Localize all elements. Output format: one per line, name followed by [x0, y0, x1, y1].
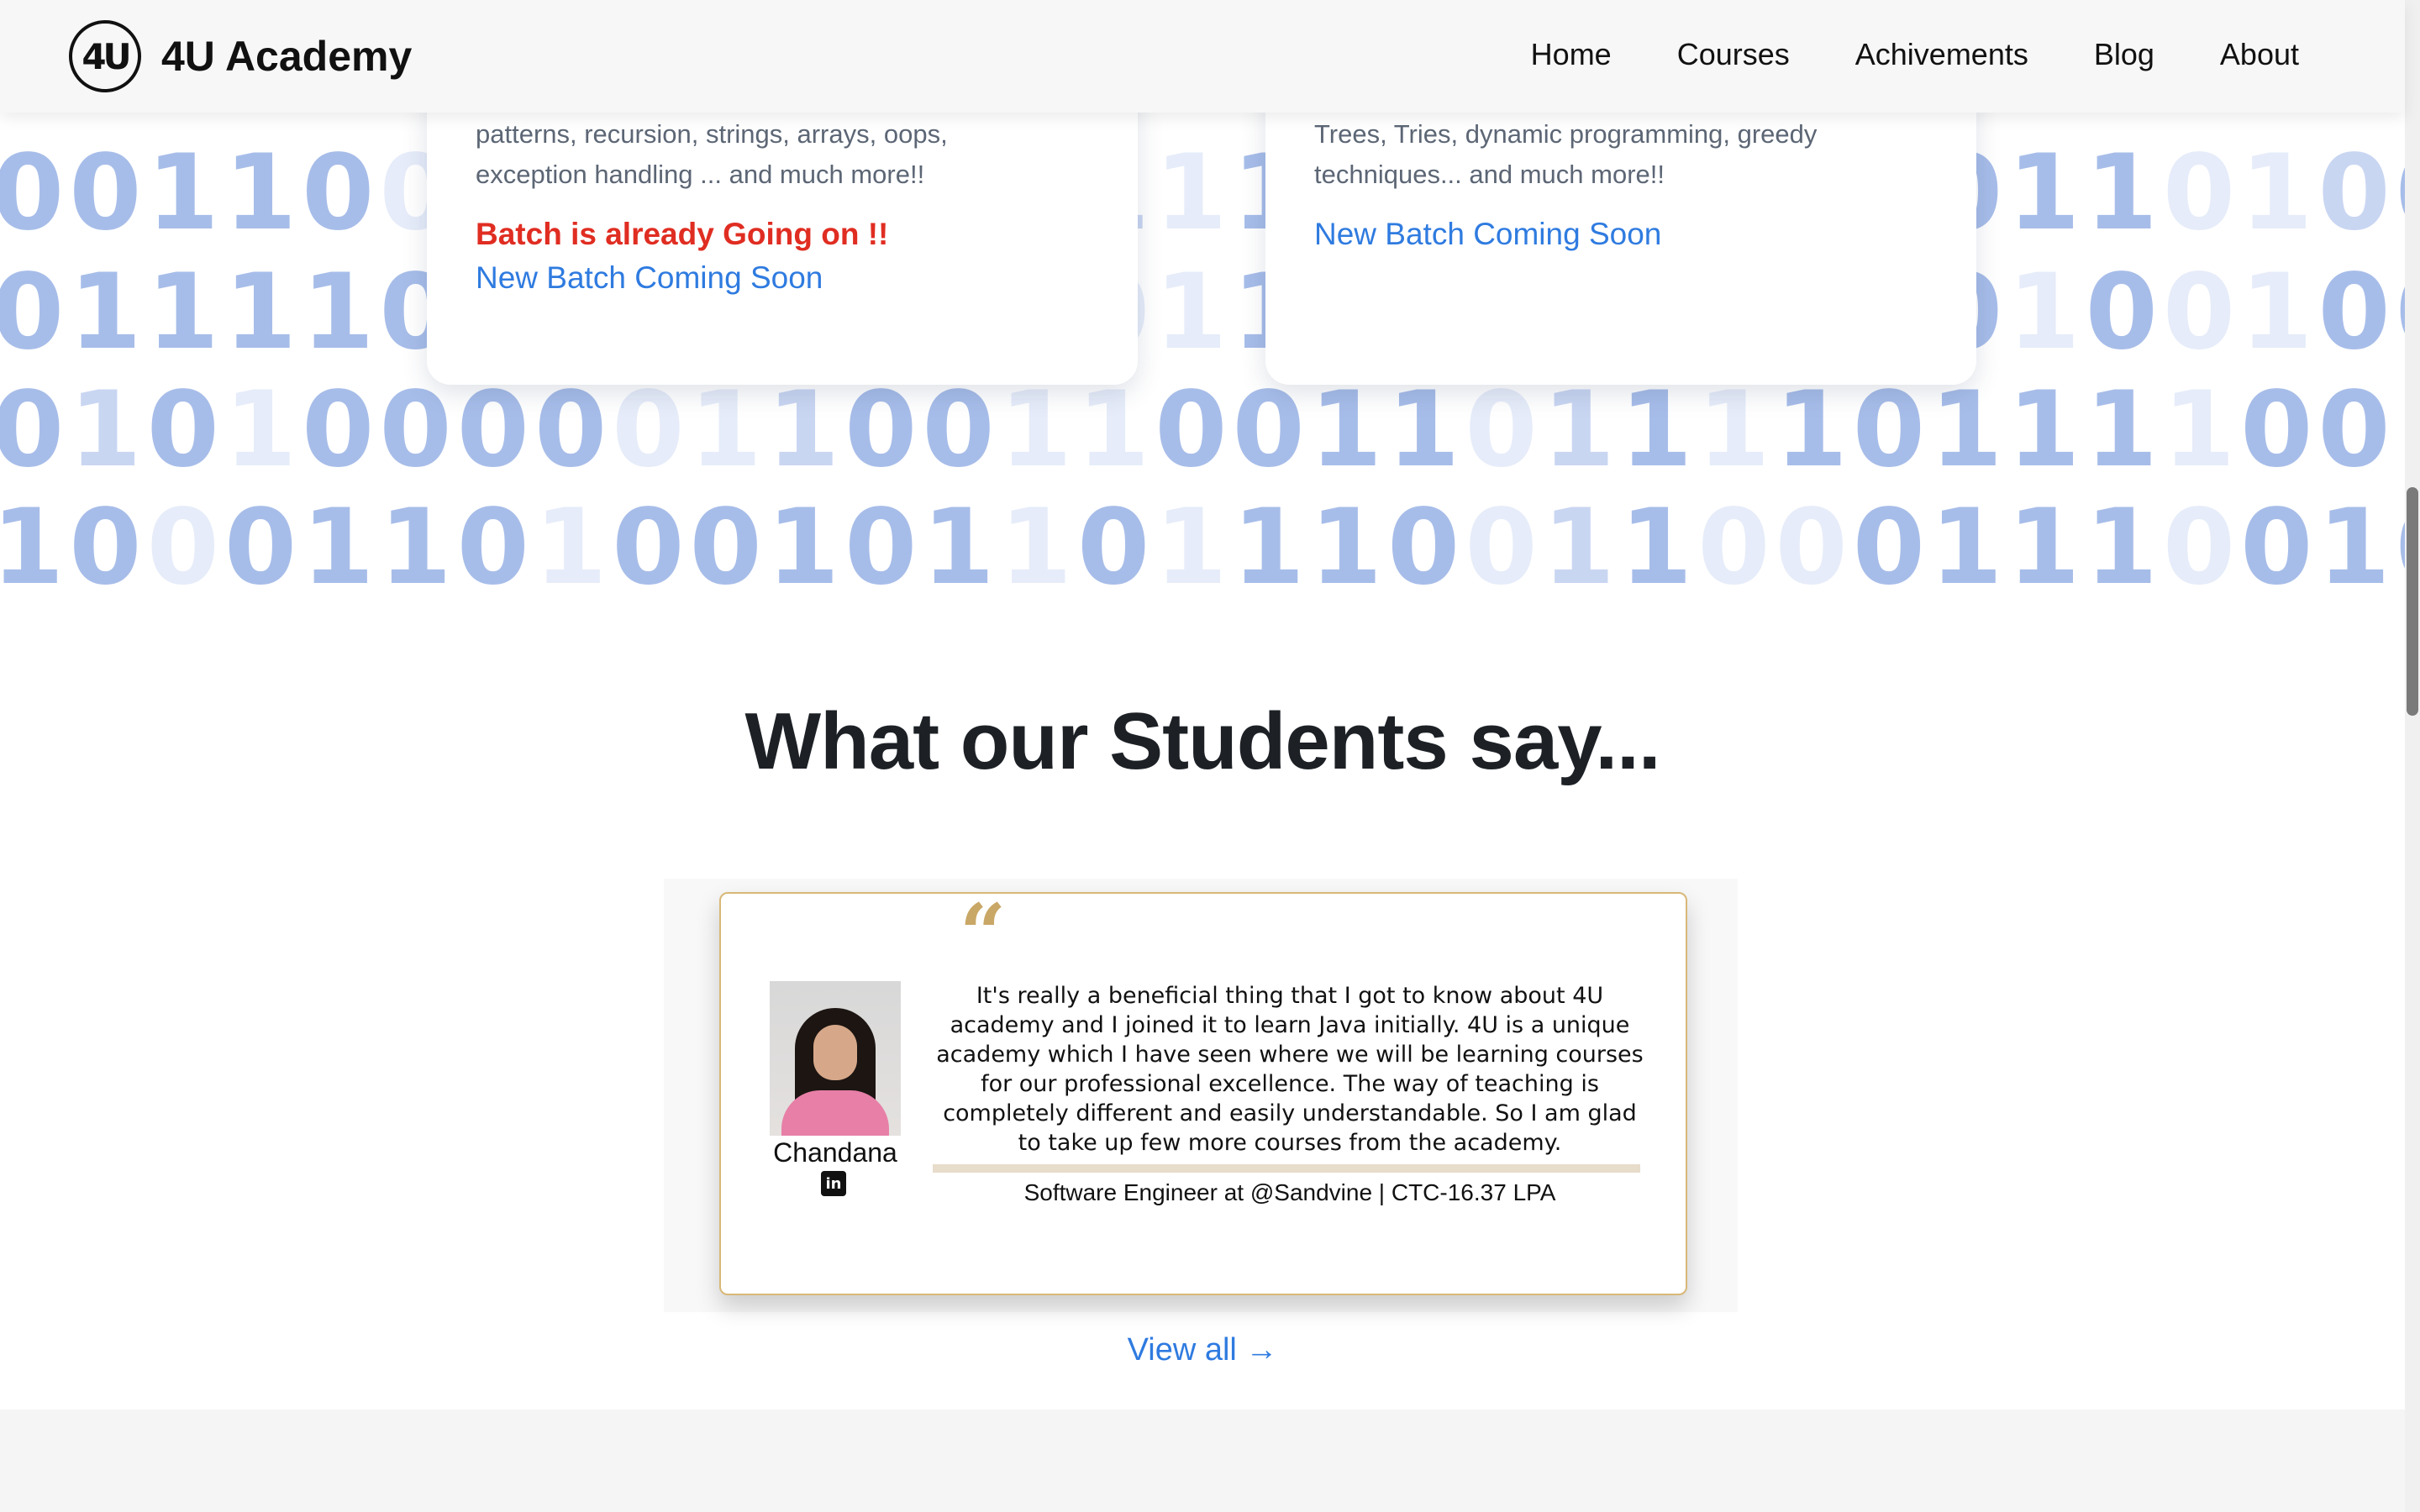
avatar	[770, 981, 901, 1136]
binary-row: 1000110100101101110011000111001000000001	[0, 487, 2405, 605]
nav-blog[interactable]: Blog	[2094, 37, 2154, 72]
batch-status-going: Batch is already Going on !!	[476, 217, 889, 251]
nav-home[interactable]: Home	[1531, 37, 1612, 72]
view-all-container: View all →	[0, 1332, 2405, 1368]
logo-icon[interactable]: 4U	[69, 20, 141, 92]
binary-row: 0011001100110011110011010011010000000011…	[0, 133, 2405, 254]
binary-row: 01111001100111011110010110100100100000	[0, 252, 2405, 373]
course-description: patterns, recursion, strings, arrays, oo…	[476, 114, 1091, 195]
testimonial-card: “ Chandana in It's really a beneficial t…	[719, 892, 1687, 1295]
testimonial-quote: It's really a beneficial thing that I go…	[936, 983, 1644, 1156]
site-header: 4U 4U Academy Home Courses Achivements B…	[0, 0, 2405, 113]
student-role: Software Engineer at @Sandvine | CTC-16.…	[1023, 1179, 1556, 1205]
description-line: patterns, recursion, strings, arrays, oo…	[476, 119, 948, 149]
scrollbar[interactable]	[2405, 0, 2420, 1512]
linkedin-icon[interactable]: in	[821, 1171, 846, 1196]
nav-achivements[interactable]: Achivements	[1855, 37, 2028, 72]
description-line: Trees, Tries, dynamic programming, greed…	[1314, 119, 1818, 149]
main-nav: Home Courses Achivements Blog About	[1531, 37, 2299, 72]
divider	[933, 1164, 1640, 1173]
course-description: Trees, Tries, dynamic programming, greed…	[1314, 114, 1929, 195]
nav-about[interactable]: About	[2220, 37, 2299, 72]
view-all-link[interactable]: View all →	[1128, 1332, 1278, 1368]
nav-courses[interactable]: Courses	[1677, 37, 1790, 72]
description-line: exception handling ... and much more!!	[476, 160, 925, 189]
avatar-body	[781, 1090, 889, 1136]
description-line: techniques... and much more!!	[1314, 160, 1665, 189]
brand-name[interactable]: 4U Academy	[161, 32, 412, 81]
quote-icon: “	[960, 886, 1007, 981]
student-name: Chandana	[773, 1137, 897, 1168]
section-title: What our Students say...	[744, 696, 1661, 786]
binary-row: 010100000110011001101111011110010000100	[0, 370, 2405, 491]
footer-band	[0, 1410, 2405, 1512]
scrollbar-thumb[interactable]	[2407, 487, 2418, 716]
new-batch-link[interactable]: New Batch Coming Soon	[476, 260, 1091, 296]
avatar-face	[813, 1025, 857, 1080]
new-batch-link[interactable]: New Batch Coming Soon	[1314, 217, 1929, 252]
